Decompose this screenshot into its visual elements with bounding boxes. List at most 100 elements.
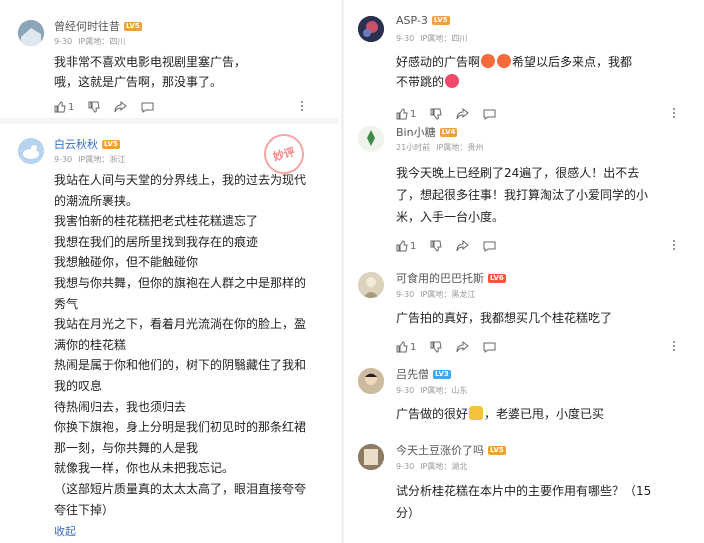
username-text[interactable]: 可食用的巴巴托斯 (396, 272, 484, 285)
like-count: 1 (410, 240, 417, 252)
more-options-icon[interactable] (672, 240, 676, 252)
comment-fragment: 广告做的很好 (396, 407, 469, 421)
like-button[interactable]: 1 (396, 240, 416, 252)
comment-date: 9-30 (396, 34, 415, 43)
comment-item: Bin小糖 LV4 21小时前 IP属地：贵州 我今天晚上已经刷了24遍了，很感人！… (346, 122, 704, 254)
username[interactable]: 白云秋秋 LV5 (54, 136, 120, 152)
thumbs-up-emoji-icon (469, 406, 484, 420)
level-badge: LV5 (488, 446, 506, 455)
avatar[interactable] (358, 368, 384, 394)
comment-line: 米，入手一台小度。 (396, 210, 505, 224)
comment-line: 我害怕新的桂花糕把老式桂花糕遗忘了 (54, 214, 259, 229)
comment-line: 我想与你共舞，但你的旗袍在人群之中是那样的 (54, 275, 307, 290)
comment-line: 我的叹息 (54, 378, 103, 393)
like-button[interactable]: 1 (396, 108, 416, 120)
reply-button[interactable] (141, 101, 154, 113)
comment-line: 秀气 (54, 296, 79, 311)
ip-location: IP属地：四川 (78, 37, 126, 46)
share-button[interactable] (456, 341, 470, 353)
comment-line: 广告做的很好 ，老婆已甩，小度已买 (396, 404, 604, 424)
comment-text: 好感动的广告啊 希望以后多来点，我都 不带跳的 (396, 52, 632, 92)
comment-bubble-icon (483, 109, 496, 120)
comment-text: 广告做的很好 ，老婆已甩，小度已买 (396, 404, 604, 424)
like-button[interactable]: 1 (396, 341, 416, 353)
avatar[interactable] (18, 138, 44, 164)
comment-line: 我想在我们的居所里找到我存在的痕迹 (54, 234, 259, 249)
comment-line: 我想触碰你，但不能触碰你 (54, 255, 199, 270)
comment-actions: 1 (396, 107, 510, 121)
comment-line: 那一刻，与你共舞的人是我 (54, 440, 199, 455)
reply-button[interactable] (483, 240, 496, 252)
comment-text: 我今天晚上已经刷了24遍了，很感人！出不去 了，想起很多往事！我打算淘汰了小爱同… (396, 162, 648, 228)
reply-button[interactable] (483, 108, 496, 120)
comment-item: 今天土豆涨价了吗 LV5 9-30 IP属地：湖北 试分析桂花糕在本片中的主要作用有… (346, 436, 704, 543)
like-count: 1 (410, 341, 417, 353)
like-button[interactable]: 1 (54, 101, 74, 113)
comment-line: 我非常不喜欢电影电视剧里塞广告， (54, 55, 247, 69)
comment-meta: 9-30 IP属地：湖北 (396, 461, 467, 472)
thumb-up-icon (396, 341, 408, 353)
more-options-icon[interactable] (672, 108, 676, 120)
avatar[interactable] (358, 272, 384, 298)
comment-meta: 9-30 IP属地：黑龙江 (396, 289, 475, 300)
ip-location: IP属地：贵州 (436, 143, 484, 152)
avatar[interactable] (358, 16, 384, 42)
comment-text: 试分析桂花糕在本片中的主要作用有哪些？（15 分） (396, 480, 651, 524)
like-count: 1 (68, 101, 75, 113)
comment-line: 待热闹归去，我也须归去 (54, 399, 187, 414)
username-text[interactable]: 今天土豆涨价了吗 (396, 444, 484, 457)
username-text[interactable]: Bin小糖 (396, 126, 436, 139)
comment-date: 9-30 (396, 462, 415, 471)
comment-meta: 9-30 IP属地：浙江 (54, 154, 125, 165)
dislike-button[interactable] (430, 240, 442, 252)
username[interactable]: 今天土豆涨价了吗 LV5 (396, 442, 506, 458)
dislike-button[interactable] (88, 101, 100, 113)
username[interactable]: ASP-3 LV5 (396, 14, 450, 27)
comment-line: 夸往下掉） (54, 502, 115, 517)
dislike-button[interactable] (430, 341, 442, 353)
share-button[interactable] (456, 240, 470, 252)
comment-text: 我站在人间与天堂的分界线上，我的过去为现代 的潮流所裹挟。 我害怕新的桂花糕把老… (54, 170, 306, 520)
comment-line: 试分析桂花糕在本片中的主要作用有哪些？（15 (396, 484, 652, 498)
username-text[interactable]: ASP-3 (396, 14, 428, 27)
comment-text: 广告拍的真好，我都想买几个桂花糕吃了 (396, 308, 612, 328)
level-badge: LV4 (439, 128, 458, 137)
comment-item: 吕先僧 LV3 9-30 IP属地：山东 广告做的很好 ，老婆已甩，小度已买 (346, 362, 704, 436)
comment-item: 曾经何时往昔 LV5 9-30 IP属地：四川 我非常不喜欢电影电视剧里塞广告， 哦… (0, 0, 338, 118)
username[interactable]: 吕先僧 LV3 (396, 366, 451, 382)
reply-button[interactable] (483, 341, 496, 353)
column-divider (341, 0, 344, 543)
collapse-link[interactable]: 收起 (54, 523, 76, 539)
comment-line: 你换下旗袍，身上分明是我们初见时的那条红裙 (54, 420, 307, 435)
username[interactable]: 曾经何时往昔 LV5 (54, 18, 142, 34)
share-icon (456, 341, 470, 353)
comment-line: 了，想起很多往事！我打算淘汰了小爱同学的小 (396, 188, 649, 202)
username[interactable]: 可食用的巴巴托斯 LV6 (396, 270, 506, 286)
avatar[interactable] (18, 20, 44, 46)
level-badge: LV5 (102, 140, 120, 149)
username[interactable]: Bin小糖 LV4 (396, 124, 458, 140)
like-count: 1 (410, 108, 417, 120)
comment-line: 就像我一样，你也从未把我忘记。 (54, 461, 235, 476)
username-text[interactable]: 白云秋秋 (54, 138, 98, 151)
avatar[interactable] (358, 126, 384, 152)
comment-fragment: ，老婆已甩，小度已买 (484, 407, 605, 421)
share-button[interactable] (456, 108, 470, 120)
crying-emoji-icon (497, 54, 512, 68)
avatar[interactable] (358, 444, 384, 470)
username-text[interactable]: 曾经何时往昔 (54, 20, 120, 33)
username-text[interactable]: 吕先僧 (396, 368, 429, 381)
stamp-label: 妙评 (271, 145, 297, 164)
share-button[interactable] (114, 101, 128, 113)
ip-location: IP属地：黑龙江 (420, 290, 476, 299)
dislike-button[interactable] (430, 108, 442, 120)
more-options-icon[interactable] (672, 341, 676, 353)
comment-line: 广告拍的真好，我都想买几个桂花糕吃了 (396, 311, 613, 325)
share-icon (456, 108, 470, 120)
comment-date: 9-30 (54, 155, 73, 164)
comment-fragment: 希望以后多来点，我都 (512, 55, 633, 69)
heart-face-emoji-icon (445, 74, 460, 88)
more-options-icon[interactable] (300, 101, 304, 113)
comment-meta: 9-30 IP属地：山东 (396, 385, 467, 396)
thumb-down-icon (430, 240, 442, 252)
